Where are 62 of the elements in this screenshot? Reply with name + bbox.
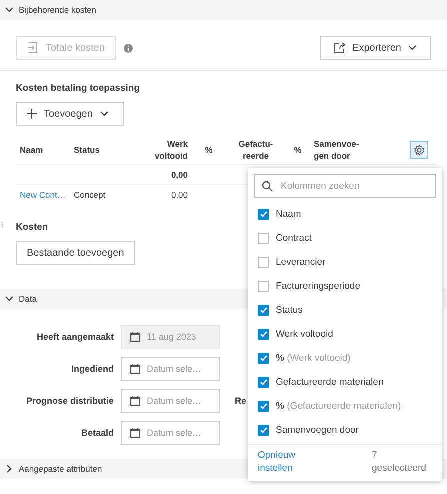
column-option[interactable]: Werk voltooid xyxy=(276,328,334,340)
column-option[interactable]: Naam xyxy=(276,208,302,220)
checkbox[interactable] xyxy=(258,328,269,340)
row-link[interactable]: New Cont… xyxy=(20,190,66,200)
column-header: Naam xyxy=(20,145,44,155)
gear-icon xyxy=(414,144,424,156)
plus-icon xyxy=(27,109,37,119)
chevron-icon xyxy=(408,45,418,51)
checkbox[interactable] xyxy=(258,232,269,244)
column-header: Werk voltooid xyxy=(154,139,188,161)
checkbox[interactable] xyxy=(258,304,269,316)
section-header[interactable]: Bijbehorende kosten xyxy=(19,5,97,15)
column-header: % xyxy=(205,145,213,155)
export-button[interactable]: Exporteren xyxy=(320,36,431,60)
column-option[interactable]: Samenvoegen door xyxy=(276,424,359,436)
chevron-icon[interactable] xyxy=(5,7,14,13)
reset-link[interactable]: Opnieuw instellen xyxy=(258,449,318,475)
selected-count: 7 geselecteerd xyxy=(372,449,428,475)
column-option[interactable]: Status xyxy=(276,304,303,316)
section-title: Kosten xyxy=(16,222,48,233)
column-option[interactable]: Contract xyxy=(276,232,312,244)
add-existing-button[interactable]: Bestaande toevoegen xyxy=(16,241,136,265)
column-header: % xyxy=(294,145,302,155)
table-cell: 0,00 xyxy=(171,190,188,200)
chevron-icon[interactable] xyxy=(5,296,14,302)
info-icon[interactable] xyxy=(124,44,133,52)
table-cell: Concept xyxy=(74,190,106,200)
field-label: Betaald xyxy=(80,428,114,438)
total-cell: 0,00 xyxy=(171,170,188,180)
field-label: Re xyxy=(235,396,247,406)
chevron-icon xyxy=(100,111,109,117)
date-field[interactable]: Datum sele… xyxy=(121,357,220,381)
date-field[interactable]: Datum sele… xyxy=(121,389,220,413)
column-header: Gefactu- reerde xyxy=(238,139,274,161)
add-button[interactable]: Toevoegen xyxy=(16,102,124,126)
checkbox[interactable] xyxy=(258,208,269,220)
checkbox[interactable] xyxy=(258,280,269,292)
share-icon xyxy=(334,42,346,54)
column-option[interactable]: % (Werk voltooid) xyxy=(276,352,351,364)
column-option[interactable]: Gefactureerde materialen xyxy=(276,376,384,388)
drag-handle-icon[interactable] xyxy=(1,222,4,228)
checkbox[interactable] xyxy=(258,400,269,412)
settings-button[interactable] xyxy=(410,141,428,159)
section-title: Kosten betaling toepassing xyxy=(15,83,142,94)
checkbox[interactable] xyxy=(258,376,269,388)
column-header: Status xyxy=(74,145,100,155)
field-label: Prognose distributie xyxy=(25,396,114,406)
checkbox[interactable] xyxy=(258,256,269,268)
checkbox[interactable] xyxy=(258,424,269,436)
column-option[interactable]: % (Gefactureerde materialen) xyxy=(276,400,402,412)
column-header: Samenvoe- gen door xyxy=(314,139,360,161)
import-icon xyxy=(27,42,39,54)
date-field[interactable]: Datum sele… xyxy=(121,421,220,445)
checkbox[interactable] xyxy=(258,352,269,364)
search-field[interactable]: Kolommen zoeken xyxy=(254,174,436,198)
field-label: Heeft aangemaakt xyxy=(36,332,114,342)
section-header[interactable]: Aangepaste attributen xyxy=(19,464,102,474)
section-header[interactable]: Data xyxy=(19,294,37,304)
field-label: Ingediend xyxy=(70,364,114,374)
chevron-icon[interactable] xyxy=(6,464,12,474)
column-option[interactable]: Factureringsperiode xyxy=(276,280,360,292)
column-option[interactable]: Leverancier xyxy=(276,256,326,268)
